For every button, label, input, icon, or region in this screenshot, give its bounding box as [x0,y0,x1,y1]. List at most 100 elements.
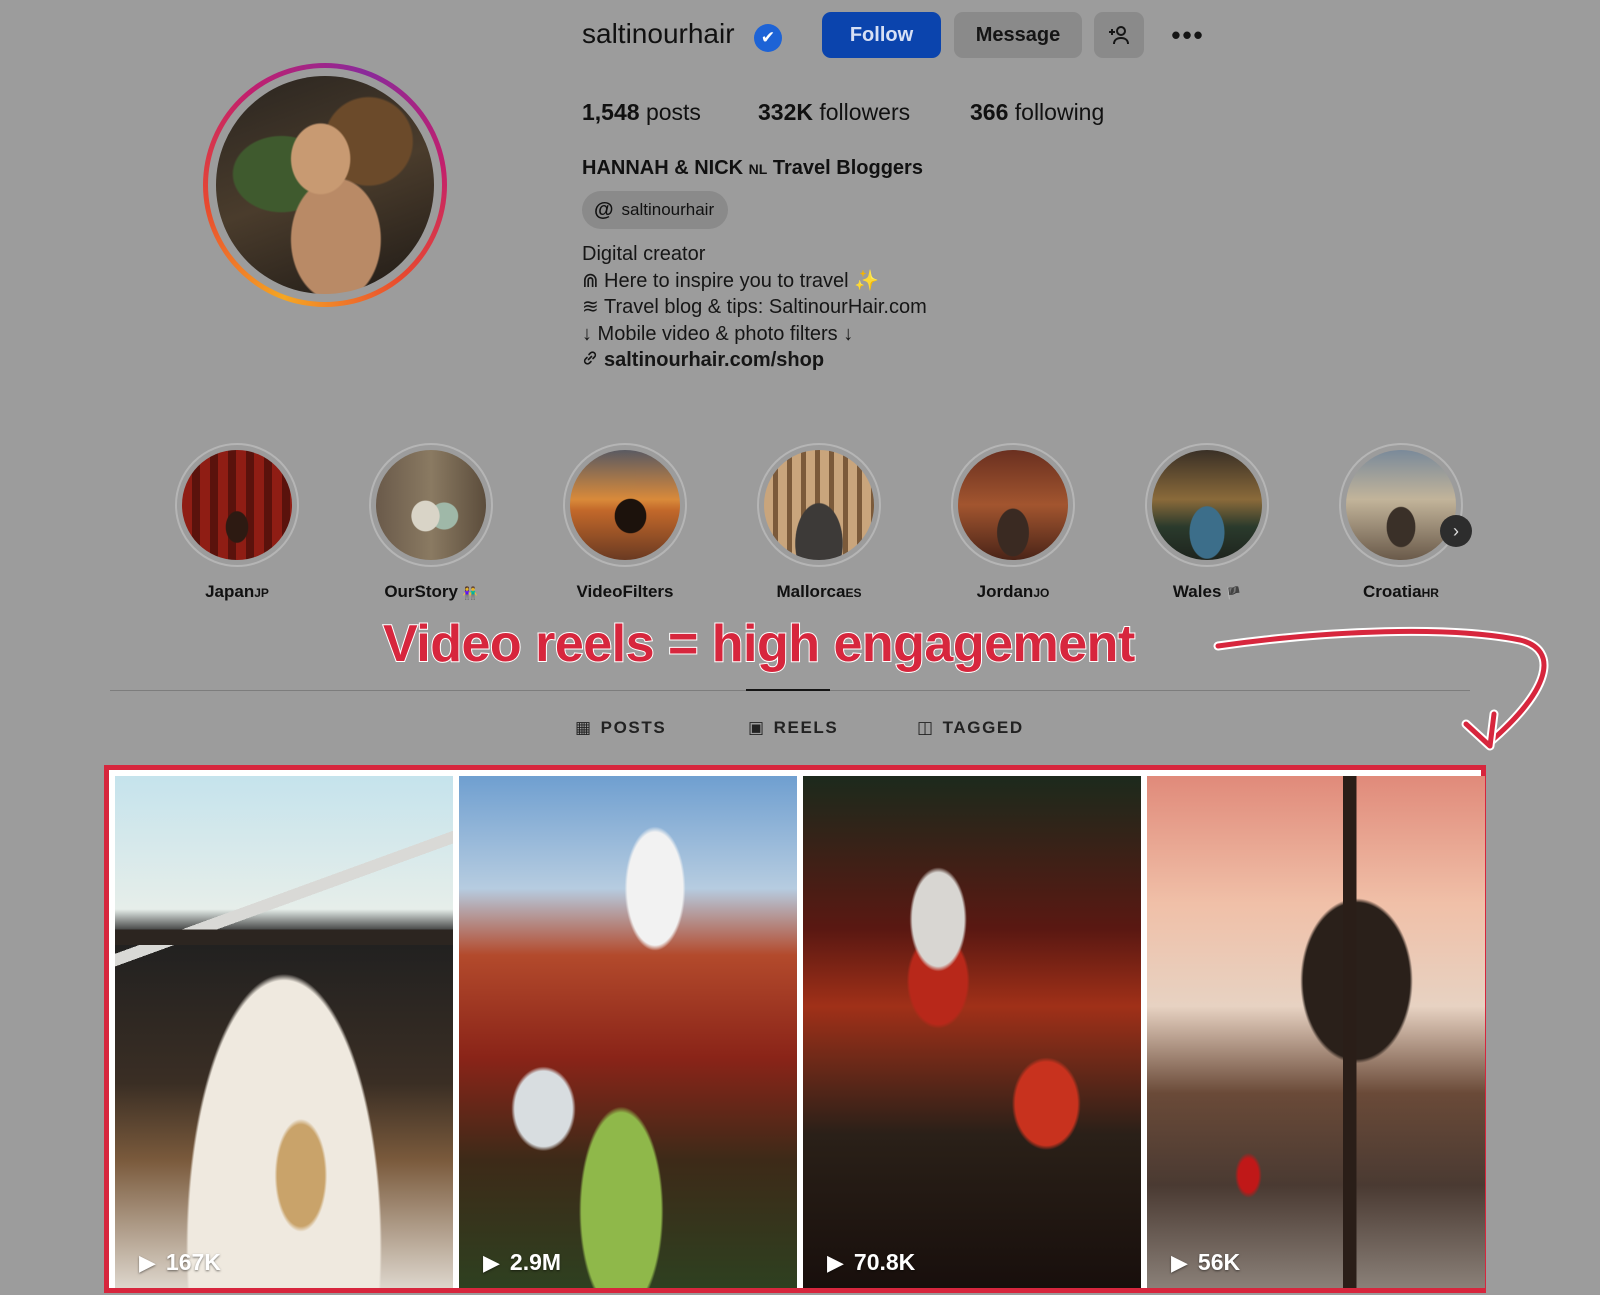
active-tab-indicator [746,689,830,691]
tab-tagged[interactable]: ◫ TAGGED [917,718,1024,738]
grid-icon: ▦ [575,718,593,737]
tab-reels-label: REELS [773,718,839,737]
bio-category: Digital creator [582,243,706,265]
highlight-label: JordanJO [976,582,1050,601]
followers-label: followers [819,99,911,125]
posts-stat[interactable]: 1,548 posts [582,99,701,126]
bio-link[interactable]: saltinourhair.com/shop [604,349,824,371]
followers-stat[interactable]: 332K followers [758,99,910,126]
highlight-ring [175,443,299,567]
highlight-mallorca[interactable]: MallorcaES [757,443,881,602]
highlight-ring [1339,443,1463,567]
threads-icon: @ [594,198,614,221]
following-label: following [1014,99,1105,125]
full-name-flag: NL [748,161,768,177]
threads-link-button[interactable]: @ saltinourhair [582,191,728,229]
reel-tile[interactable]: ▶ 2.9M [459,776,797,1288]
play-icon: ▶ [1171,1249,1188,1275]
full-name-text: HANNAH & NICK [582,157,744,179]
following-stat[interactable]: 366 following [970,99,1104,126]
rainbow-icon: ⋒ [582,269,599,292]
reels-icon: ▣ [748,718,766,737]
bio-link-row[interactable]: saltinourhair.com/shop [582,347,927,376]
full-name-suffix: Travel Bloggers [772,157,923,179]
posts-label: posts [645,99,701,125]
profile-bio: Digital creator ⋒ Here to inspire you to … [582,241,927,376]
message-button[interactable]: Message [954,12,1082,58]
reel-thumbnail [1147,776,1485,1288]
bio-line-3: ↓ Mobile video & photo filters ↓ [582,322,854,345]
add-user-glyph-icon [1109,26,1129,45]
highlight-cover [570,450,680,560]
reel-view-count: ▶ 167K [139,1249,221,1276]
tab-reels[interactable]: ▣ REELS [748,718,838,738]
avatar [216,76,434,294]
tab-tagged-label: TAGGED [942,718,1024,737]
bio-line-1: ⋒ Here to inspire you to travel ✨ [582,268,927,295]
waves-icon: ≋ [582,296,599,318]
reel-views-text: 2.9M [509,1249,562,1275]
reels-grid-highlight-frame: ▶ 167K ▶ 2.9M ▶ 70.8K ▶ 56K [104,765,1486,1293]
highlight-label: MallorcaES [776,582,862,601]
tab-posts-label: POSTS [600,718,667,737]
verified-badge-icon: ✔ [754,24,782,52]
reel-tile[interactable]: ▶ 56K [1147,776,1485,1288]
reel-tile[interactable]: ▶ 167K [115,776,453,1288]
play-icon: ▶ [827,1249,844,1275]
highlights-next-icon[interactable]: › [1440,515,1472,547]
annotation-callout: Video reels = high engagement [382,614,1136,674]
highlight-ring [757,443,881,567]
profile-avatar-ring[interactable] [203,63,447,307]
highlight-cover [1152,450,1262,560]
highlight-cover [376,450,486,560]
reel-view-count: ▶ 70.8K [827,1249,915,1276]
highlight-label: JapanJP [205,582,269,601]
highlight-label: Wales 🏴 [1172,582,1242,601]
highlight-label: CroatiaHR [1363,582,1439,601]
reel-views-text: 70.8K [853,1249,916,1275]
highlight-ring [369,443,493,567]
bio-line-2-text: Travel blog & tips: SaltinourHair.com [604,296,927,318]
highlight-videofilters[interactable]: VideoFilters [563,443,687,602]
highlight-ring [951,443,1075,567]
reel-thumbnail [459,776,797,1288]
highlight-label: VideoFilters [576,582,674,601]
highlight-cover [1346,450,1456,560]
reel-views-text: 167K [165,1249,221,1275]
tab-posts[interactable]: ▦ POSTS [575,718,666,738]
bio-line-1-text: Here to inspire you to travel [604,269,849,292]
add-user-icon[interactable] [1094,12,1144,58]
link-icon [582,349,604,376]
bio-line-2: ≋ Travel blog & tips: SaltinourHair.com [582,294,927,321]
following-count: 366 [970,99,1009,125]
reel-tile[interactable]: ▶ 70.8K [803,776,1141,1288]
reel-thumbnail [803,776,1141,1288]
reel-views-text: 56K [1197,1249,1241,1275]
posts-count: 1,548 [582,99,640,125]
play-icon: ▶ [139,1249,156,1275]
highlight-cover [764,450,874,560]
chain-link-glyph-icon [583,351,597,365]
profile-full-name: HANNAH & NICK NL Travel Bloggers [582,157,923,180]
highlight-jordan[interactable]: JordanJO [951,443,1075,602]
highlight-label: OurStory 👫 [384,582,478,601]
follow-button[interactable]: Follow [822,12,941,58]
highlight-ring [563,443,687,567]
highlight-wales[interactable]: Wales 🏴 [1145,443,1269,602]
reel-thumbnail [115,776,453,1288]
highlight-japan[interactable]: JapanJP [175,443,299,602]
highlight-ring [1145,443,1269,567]
highlight-cover [958,450,1068,560]
followers-count: 332K [758,99,813,125]
profile-username: saltinourhair [582,18,735,49]
highlight-ourstory[interactable]: OurStory 👫 [369,443,493,602]
more-options-icon[interactable]: ••• [1160,12,1216,58]
reel-view-count: ▶ 56K [1171,1249,1240,1276]
play-icon: ▶ [483,1249,500,1275]
tagged-icon: ◫ [917,718,935,737]
highlight-cover [182,450,292,560]
threads-handle: saltinourhair [621,200,715,219]
reel-view-count: ▶ 2.9M [483,1249,561,1276]
sparkles-icon: ✨ [854,269,880,292]
avatar-gap [208,68,442,302]
